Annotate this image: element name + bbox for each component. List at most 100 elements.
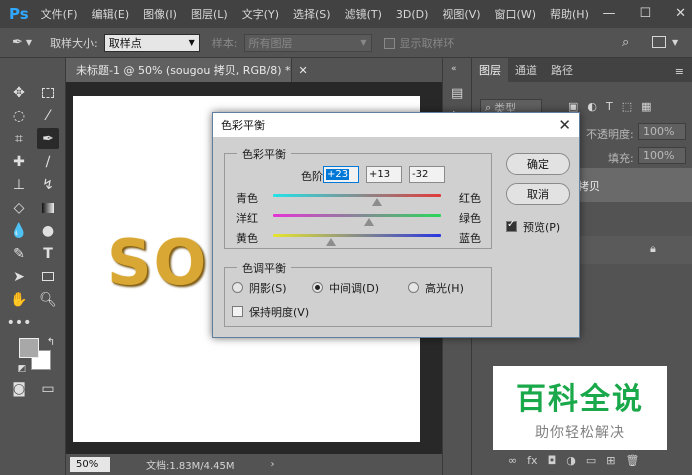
hand-tool-icon[interactable]: ✋ (8, 289, 30, 310)
dialog-titlebar[interactable]: 色彩平衡 ✕ (213, 113, 579, 137)
cyan-red-track[interactable] (273, 194, 441, 197)
watermark-subtitle: 助你轻松解决 (535, 425, 625, 441)
history-panel-icon[interactable]: ▤ (451, 86, 463, 101)
opacity-field[interactable]: 100% (638, 123, 686, 140)
fill-field[interactable]: 100% (638, 147, 686, 164)
ok-button[interactable]: 确定 (506, 153, 570, 175)
cyan-red-slider-thumb[interactable] (372, 198, 382, 206)
clone-stamp-tool-icon[interactable]: ⊥ (8, 174, 30, 195)
pen-tool-icon[interactable]: ✎ (8, 243, 30, 264)
panel-menu-icon[interactable]: ≡ (675, 65, 684, 82)
crop-tool-icon[interactable]: ⌗ (8, 128, 30, 149)
tab-channels[interactable]: 通道 (508, 58, 544, 82)
magic-wand-tool-icon[interactable]: ⁄ (37, 105, 59, 126)
document-tab[interactable]: 未标题-1 @ 50% (sougou 拷贝, RGB/8) * ✕ (66, 58, 308, 82)
menu-view[interactable]: 视图(V) (442, 6, 480, 22)
menu-layer[interactable]: 图层(L) (191, 6, 228, 22)
eyedropper-tool-icon[interactable]: ✒ (37, 128, 59, 149)
menu-image[interactable]: 图像(I) (143, 6, 177, 22)
level-input-yellow-blue[interactable]: -32 (409, 166, 445, 183)
history-brush-tool-icon[interactable]: ↯ (37, 174, 59, 195)
smart-filter-icon[interactable]: ▦ (641, 100, 651, 113)
tab-paths[interactable]: 路径 (544, 58, 580, 82)
close-icon[interactable]: ✕ (675, 6, 686, 21)
dodge-tool-icon[interactable]: ● (37, 220, 59, 241)
foreground-color-swatch[interactable] (19, 338, 39, 358)
menu-3d[interactable]: 3D(D) (396, 8, 429, 21)
adjustment-filter-icon[interactable]: ◐ (587, 100, 597, 113)
tab-layers[interactable]: 图层 (472, 58, 508, 82)
path-selection-tool-icon[interactable]: ➤ (8, 266, 30, 287)
workspace-icon[interactable] (652, 36, 666, 48)
menu-filter[interactable]: 滤镜(T) (345, 6, 382, 22)
link-layers-icon[interactable]: ∞ (508, 454, 517, 467)
fill-label: 填充: (608, 152, 634, 165)
cancel-button[interactable]: 取消 (506, 183, 570, 205)
swap-colors-icon[interactable]: ↰ (40, 332, 62, 353)
lasso-tool-icon[interactable]: ◌ (8, 105, 30, 126)
default-colors-icon[interactable]: ◩ (11, 358, 33, 379)
menu-help[interactable]: 帮助(H) (550, 6, 589, 22)
sample-label: 样本: (211, 36, 238, 50)
screen-mode-icon[interactable]: ▭ (37, 378, 59, 399)
highlights-radio[interactable] (408, 282, 419, 293)
gradient-tool-icon[interactable] (37, 197, 59, 218)
sample-size-select[interactable]: 取样点 ▼ (103, 33, 200, 52)
sample-size-label: 取样大小: (50, 36, 98, 50)
search-icon[interactable]: ⌕ (622, 35, 629, 50)
status-arrow-icon[interactable]: › (271, 459, 275, 470)
preview-checkbox[interactable] (506, 219, 517, 232)
healing-brush-tool-icon[interactable]: ✚ (8, 151, 30, 172)
color-balance-dialog: 色彩平衡 ✕ 色彩平衡 色阶(L): +23 +13 -32 青色 红色 洋红 … (212, 112, 580, 338)
trash-icon[interactable]: 🗑︎ (626, 454, 640, 467)
slider-label-cyan: 青色 (236, 192, 258, 205)
fx-icon[interactable]: fx (527, 454, 537, 467)
zoom-tool-icon[interactable]: 🔍︎ (37, 289, 59, 310)
magenta-green-track[interactable] (273, 214, 441, 217)
yellow-blue-track[interactable] (273, 234, 441, 237)
shadows-radio[interactable] (232, 282, 243, 293)
type-tool-icon[interactable]: T (37, 243, 59, 264)
blur-tool-icon[interactable]: 💧 (8, 220, 30, 241)
close-icon[interactable]: ✕ (558, 116, 571, 134)
sample-select[interactable]: 所有图层 ▼ (243, 33, 372, 52)
brush-tool-icon[interactable]: ∕ (37, 151, 59, 172)
type-filter-icon[interactable]: T (606, 100, 613, 113)
move-tool-icon[interactable]: ✥ (8, 82, 30, 103)
watermark-logo: 百科全说 助你轻松解决 (493, 366, 667, 450)
preserve-luminosity-checkbox[interactable] (232, 306, 243, 317)
yellow-blue-slider-thumb[interactable] (326, 238, 336, 246)
minimize-icon[interactable]: — (602, 6, 615, 21)
preview-label: 预览(P) (523, 221, 561, 234)
filter-icons-row: ▣ ◐ T ⬚ ▦ (568, 100, 652, 113)
collapse-icon[interactable]: « (451, 64, 457, 74)
marquee-tool-icon[interactable] (37, 82, 59, 103)
close-tab-icon[interactable]: ✕ (299, 64, 308, 77)
menu-edit[interactable]: 编辑(E) (92, 6, 130, 22)
show-ring-checkbox[interactable] (383, 38, 395, 49)
group-folder-icon[interactable]: ▭ (586, 454, 596, 467)
menu-type[interactable]: 文字(Y) (242, 6, 279, 22)
add-mask-icon[interactable]: ◘ (548, 454, 557, 467)
rectangle-tool-icon[interactable] (37, 266, 59, 287)
more-tools-icon[interactable]: ••• (7, 312, 32, 333)
shape-filter-icon[interactable]: ⬚ (622, 100, 632, 113)
level-input-cyan-red[interactable]: +23 (323, 166, 359, 183)
new-layer-icon[interactable]: ⊞ (606, 454, 615, 467)
zoom-field[interactable]: 50% (70, 457, 110, 472)
midtones-radio[interactable] (312, 282, 323, 293)
layers-footer: ∞ fx ◘ ◑ ▭ ⊞ 🗑︎ (508, 454, 639, 467)
menu-window[interactable]: 窗口(W) (495, 6, 536, 22)
menu-select[interactable]: 选择(S) (293, 6, 331, 22)
preset-chevron-icon[interactable]: ▼ (26, 38, 32, 47)
eraser-tool-icon[interactable]: ◇ (8, 197, 30, 218)
show-ring-option[interactable]: 显示取样环 (383, 35, 455, 51)
quick-mask-icon[interactable]: ◙ (8, 378, 30, 399)
level-input-magenta-green[interactable]: +13 (366, 166, 402, 183)
magenta-green-slider-thumb[interactable] (364, 218, 374, 226)
maximize-icon[interactable]: ☐ (639, 6, 651, 21)
chevron-down-icon[interactable]: ▼ (672, 38, 678, 47)
menu-file[interactable]: 文件(F) (41, 6, 78, 22)
eyedropper-preset-icon[interactable]: ✒ (12, 35, 23, 50)
adjustment-layer-icon[interactable]: ◑ (566, 454, 576, 467)
